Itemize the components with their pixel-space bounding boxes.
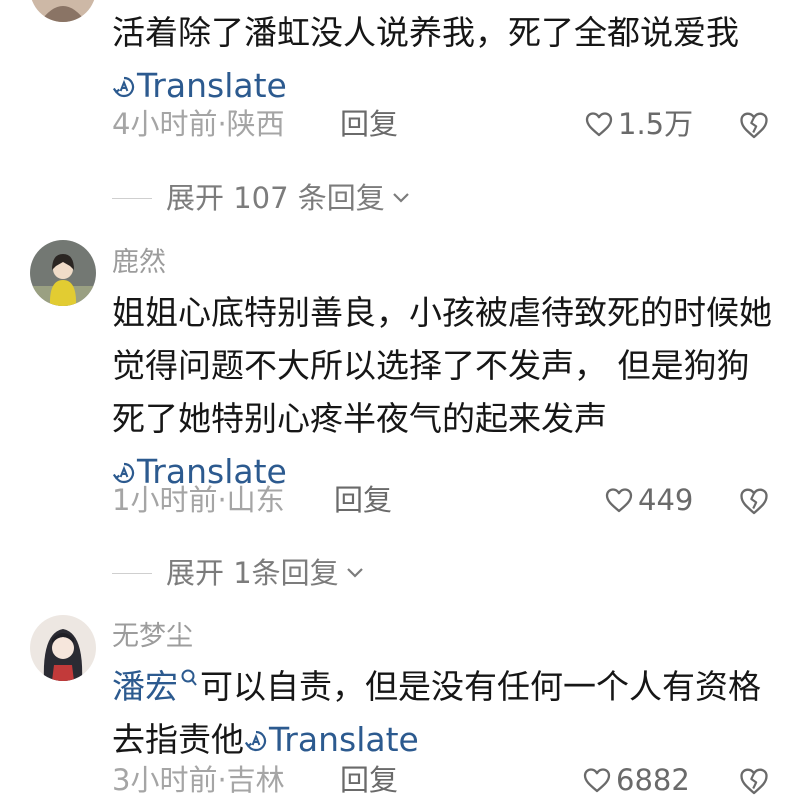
avatar[interactable] [30,615,96,681]
dislike-icon[interactable] [738,110,770,140]
avatar[interactable] [30,240,96,306]
comment-text: 姐姐心底特别善良，小孩被虐待致死的时候她觉得问题不大所以选择了不发声， 但是狗狗… [112,293,772,491]
chevron-down-icon [391,191,411,205]
like-count: 6882 [616,763,690,797]
heart-icon [604,486,634,514]
like-button[interactable]: 6882 [582,762,690,798]
like-count: 1.5万 [618,107,694,141]
mention-link[interactable]: 潘宏 [112,667,200,706]
divider-dash [112,197,152,199]
search-icon [180,668,198,690]
comment-text: 潘宏 可以自责，但是没有任何一个人有资格去指责他 Translate [112,667,761,759]
expand-replies-button[interactable]: 展开 107 条回复 [112,180,411,216]
translate-icon [244,729,268,753]
like-button[interactable]: 1.5万 [584,106,693,142]
comment-meta: 3小时前·吉林 [112,763,285,797]
reply-button[interactable]: 回复 [334,482,392,518]
like-button[interactable]: 449 [604,482,693,518]
reply-button[interactable]: 回复 [340,762,398,798]
translate-icon [112,75,136,99]
username[interactable]: 鹿然 [112,246,166,280]
heart-icon [584,110,614,138]
expand-replies-button[interactable]: 展开 1条回复 [112,555,365,591]
translate-link[interactable]: Translate [244,720,419,759]
like-count: 449 [638,483,694,517]
dislike-icon[interactable] [738,766,770,796]
comment-meta: 1小时前·山东 [112,483,285,517]
comment-meta: 4小时前·陕西 [112,107,285,141]
divider-dash [112,572,152,574]
chevron-down-icon [345,566,365,580]
heart-icon [582,766,612,794]
avatar[interactable] [30,0,96,22]
username[interactable]: 无梦尘 [112,620,193,654]
translate-link[interactable]: Translate [112,66,287,105]
dislike-icon[interactable] [738,486,770,516]
reply-button[interactable]: 回复 [340,106,398,142]
comment-text: 活着除了潘虹没人说养我，死了全都说爱我Translate [112,13,739,105]
